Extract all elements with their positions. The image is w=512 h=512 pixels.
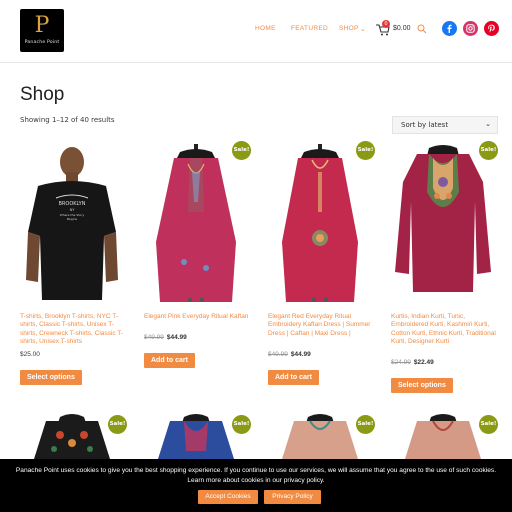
product-price: $49.99 $44.99: [144, 334, 187, 341]
accept-cookies-button[interactable]: Accept Cookies: [198, 490, 258, 504]
svg-text:BROOKLYN: BROOKLYN: [59, 201, 86, 207]
product-image-tshirt[interactable]: BROOKLYN NY Where the Story Begins: [20, 142, 124, 302]
sale-badge: Sale!: [479, 141, 498, 160]
instagram-icon[interactable]: [463, 21, 478, 36]
logo-mark: P: [34, 13, 50, 38]
sale-price: $22.49: [413, 359, 434, 366]
product-title[interactable]: Kurtis, Indian Kurti, Tunic, Embroidered…: [391, 313, 499, 347]
old-price: $49.99: [268, 351, 288, 358]
sale-badge: Sale!: [356, 415, 375, 434]
cookie-notice-text: Panache Point uses cookies to give you t…: [15, 467, 497, 484]
facebook-icon[interactable]: [442, 21, 457, 36]
product-image[interactable]: [391, 411, 495, 459]
product-price: $24.99 $22.49: [391, 359, 434, 366]
sale-badge: Sale!: [108, 415, 127, 434]
sort-select[interactable]: Sort by latest ⌄: [392, 116, 498, 134]
select-options-button[interactable]: Select options: [391, 378, 453, 393]
sale-price: $44.99: [166, 334, 187, 341]
chevron-down-icon: ⌄: [485, 120, 491, 128]
product-price: $25.00: [20, 351, 40, 358]
sort-value: Sort by latest: [401, 121, 449, 129]
product-image[interactable]: [268, 411, 372, 459]
site-header: P Panache Point HOME FEATURED SHOP ⌄ 0 $…: [0, 0, 512, 62]
chevron-down-icon[interactable]: ⌄: [360, 25, 366, 33]
cookie-banner: Panache Point uses cookies to give you t…: [0, 459, 512, 512]
header-divider: [0, 62, 512, 63]
product-image-kurti[interactable]: [391, 142, 495, 302]
product-image-red-kaftan[interactable]: [268, 142, 372, 302]
old-price: $49.99: [144, 334, 164, 341]
sale-badge: Sale!: [232, 141, 251, 160]
select-options-button[interactable]: Select options: [20, 370, 82, 385]
product-image-pink-kaftan[interactable]: [144, 142, 248, 302]
svg-text:Begins: Begins: [67, 217, 78, 221]
cart-count-badge: 0: [382, 20, 390, 28]
sale-badge: Sale!: [479, 415, 498, 434]
search-icon[interactable]: [417, 24, 427, 34]
page-title: Shop: [20, 84, 65, 105]
pinterest-icon[interactable]: [484, 21, 499, 36]
cart-total[interactable]: $0.00: [393, 25, 411, 32]
logo-text: Panache Point: [24, 40, 60, 45]
nav-featured[interactable]: FEATURED: [291, 25, 328, 32]
result-count: Showing 1–12 of 40 results: [20, 116, 115, 124]
sale-badge: Sale!: [356, 141, 375, 160]
sale-badge: Sale!: [232, 415, 251, 434]
nav-home[interactable]: HOME: [255, 25, 276, 32]
product-image[interactable]: [144, 411, 248, 459]
product-image[interactable]: [20, 411, 124, 459]
product-title[interactable]: Elegant Pink Everyday Ritual Kaftan: [144, 313, 252, 321]
site-logo[interactable]: P Panache Point: [20, 9, 64, 52]
product-title[interactable]: Elegant Red Everyday Ritual Embroidery K…: [268, 313, 376, 338]
sale-price: $44.99: [290, 351, 311, 358]
add-to-cart-button[interactable]: Add to cart: [268, 370, 319, 385]
product-price: $49.99 $44.99: [268, 351, 311, 358]
nav-shop[interactable]: SHOP: [339, 25, 359, 32]
old-price: $24.99: [391, 359, 411, 366]
product-title[interactable]: T-shirts, Brooklyn T-shirts, NYC T-shirt…: [20, 313, 128, 347]
privacy-policy-button[interactable]: Privacy Policy: [264, 490, 321, 504]
add-to-cart-button[interactable]: Add to cart: [144, 353, 195, 368]
